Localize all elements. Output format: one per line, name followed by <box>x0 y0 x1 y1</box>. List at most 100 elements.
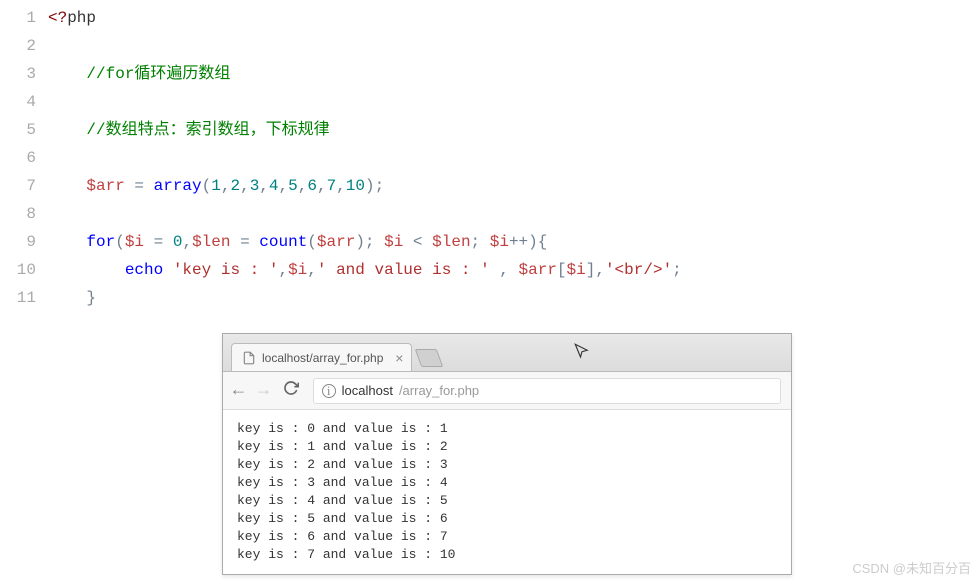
comment: //数组特点：索引数组，下标规律 <box>86 121 329 139</box>
variable: $len <box>432 233 470 251</box>
number: 2 <box>230 177 240 195</box>
paren: ( <box>202 177 212 195</box>
reload-button[interactable] <box>283 380 299 401</box>
file-icon <box>242 351 256 365</box>
browser-window: localhost/array_for.php × ← → i localhos… <box>222 333 792 575</box>
comma: , <box>298 177 308 195</box>
code-line: for($i = 0,$len = count($arr); $i < $len… <box>48 228 977 256</box>
comma: , <box>240 177 250 195</box>
keyword: echo <box>125 261 163 279</box>
operator: < <box>403 233 432 251</box>
browser-toolbar: ← → i localhost/array_for.php <box>223 372 791 410</box>
code-line: <?php <box>48 4 977 32</box>
semicolon: ; <box>471 233 490 251</box>
function: array <box>154 177 202 195</box>
line-number: 4 <box>0 88 36 116</box>
php-open-tag: <? <box>48 9 67 27</box>
operator: ++ <box>509 233 528 251</box>
output-line: key is : 0 and value is : 1 <box>237 420 777 438</box>
variable: $arr <box>519 261 557 279</box>
string: 'key is : ' <box>173 261 279 279</box>
tab-title: localhost/array_for.php <box>262 351 383 365</box>
code-line <box>48 88 977 116</box>
info-icon[interactable]: i <box>322 384 336 398</box>
brace: } <box>86 289 96 307</box>
variable: $i <box>567 261 586 279</box>
variable: $i <box>384 233 403 251</box>
comma: , <box>182 233 192 251</box>
semicolon: ; <box>672 261 682 279</box>
line-number: 9 <box>0 228 36 256</box>
number: 4 <box>269 177 279 195</box>
code-content: <?php //for循环遍历数组 //数组特点：索引数组，下标规律 $arr … <box>48 4 977 312</box>
line-number: 7 <box>0 172 36 200</box>
comment: //for循环遍历数组 <box>86 65 230 83</box>
number: 7 <box>327 177 337 195</box>
cursor-icon <box>573 342 591 366</box>
number: 0 <box>173 233 183 251</box>
line-number: 3 <box>0 60 36 88</box>
bracket: ] <box>586 261 596 279</box>
number: 1 <box>211 177 221 195</box>
variable: $i <box>125 233 144 251</box>
php-keyword: php <box>67 9 96 27</box>
number: 6 <box>307 177 317 195</box>
code-line: $arr = array(1,2,3,4,5,6,7,10); <box>48 172 977 200</box>
code-line <box>48 200 977 228</box>
code-line: //数组特点：索引数组，下标规律 <box>48 116 977 144</box>
keyword: for <box>86 233 115 251</box>
code-line <box>48 32 977 60</box>
comma: , <box>317 177 327 195</box>
line-number: 2 <box>0 32 36 60</box>
string: '<br/>' <box>605 261 672 279</box>
output-line: key is : 7 and value is : 10 <box>237 546 777 564</box>
code-editor: 1 2 3 4 5 6 7 8 9 10 11 <?php //for循环遍历数… <box>0 0 977 312</box>
output-line: key is : 3 and value is : 4 <box>237 474 777 492</box>
variable: $i <box>490 233 509 251</box>
code-line <box>48 144 977 172</box>
operator: = <box>230 233 259 251</box>
comma: , <box>336 177 346 195</box>
output-line: key is : 2 and value is : 3 <box>237 456 777 474</box>
variable: $i <box>288 261 307 279</box>
line-number: 11 <box>0 284 36 312</box>
brace: { <box>538 233 548 251</box>
line-number: 10 <box>0 256 36 284</box>
code-line: //for循环遍历数组 <box>48 60 977 88</box>
watermark: CSDN @未知百分百 <box>852 558 971 577</box>
semicolon: ; <box>365 233 384 251</box>
line-number: 6 <box>0 144 36 172</box>
output-line: key is : 1 and value is : 2 <box>237 438 777 456</box>
address-bar[interactable]: i localhost/array_for.php <box>313 378 781 404</box>
number: 5 <box>288 177 298 195</box>
url-host: localhost <box>342 383 393 398</box>
number: 3 <box>250 177 260 195</box>
line-number-gutter: 1 2 3 4 5 6 7 8 9 10 11 <box>0 4 48 312</box>
browser-tab[interactable]: localhost/array_for.php × <box>231 343 412 371</box>
code-line: echo 'key is : ',$i,' and value is : ' ,… <box>48 256 977 284</box>
function: count <box>259 233 307 251</box>
forward-button[interactable]: → <box>258 382 269 400</box>
comma: , <box>307 261 317 279</box>
line-number: 1 <box>0 4 36 32</box>
operator: = <box>144 233 173 251</box>
output-line: key is : 6 and value is : 7 <box>237 528 777 546</box>
line-number: 5 <box>0 116 36 144</box>
comma: , <box>595 261 605 279</box>
paren: ) <box>355 233 365 251</box>
close-icon[interactable]: × <box>395 351 403 365</box>
code-line: } <box>48 284 977 312</box>
paren: ); <box>365 177 384 195</box>
back-button[interactable]: ← <box>233 382 244 400</box>
line-number: 8 <box>0 200 36 228</box>
url-path: /array_for.php <box>399 383 479 398</box>
variable: $len <box>192 233 230 251</box>
browser-content: key is : 0 and value is : 1 key is : 1 a… <box>223 410 791 574</box>
number: 10 <box>346 177 365 195</box>
output-line: key is : 5 and value is : 6 <box>237 510 777 528</box>
new-tab-button[interactable] <box>415 349 444 367</box>
comma: , <box>279 177 289 195</box>
variable: $arr <box>86 177 124 195</box>
variable: $arr <box>317 233 355 251</box>
output-line: key is : 4 and value is : 5 <box>237 492 777 510</box>
